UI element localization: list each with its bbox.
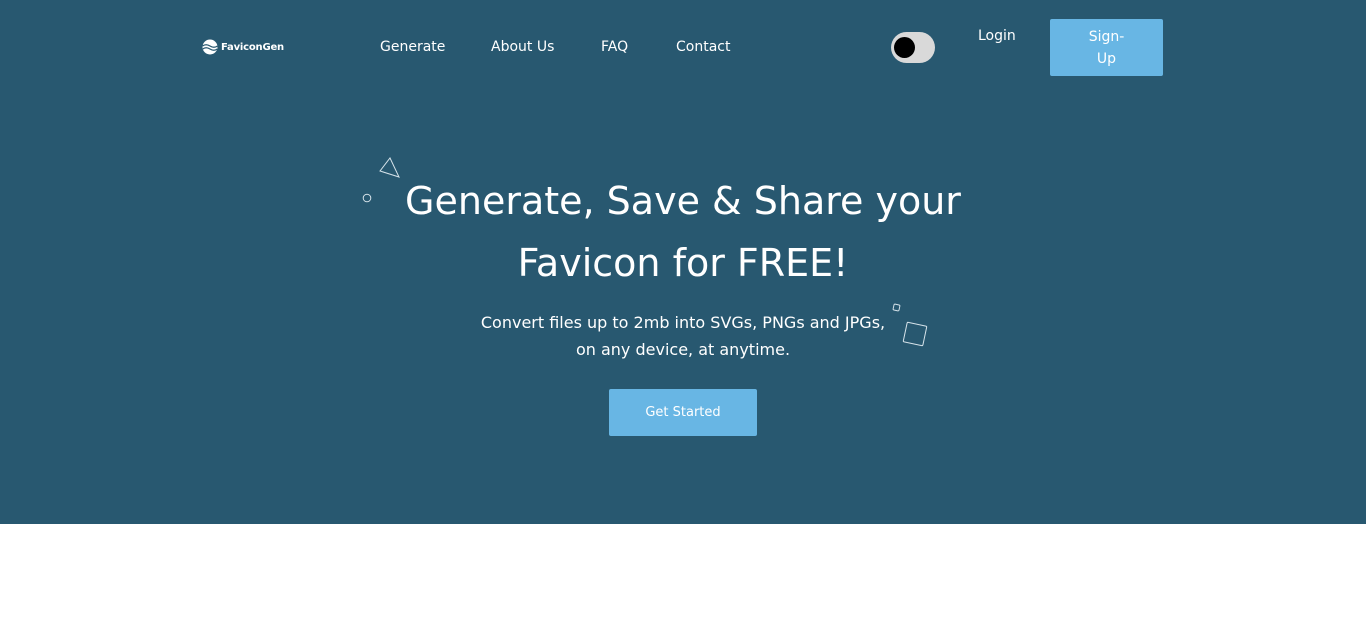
hero-section: FaviconGen Generate About Us FAQ Contact… [0, 0, 1366, 524]
brand-name: FaviconGen [221, 41, 284, 53]
toggle-knob [894, 37, 915, 58]
signup-label: Sign-Up [1088, 28, 1125, 67]
hero-headline: Generate, Save & Share your Favicon for … [383, 170, 983, 294]
globe-wave-icon [202, 39, 218, 55]
nav-link-contact[interactable]: Contact [676, 39, 730, 55]
nav-link-generate[interactable]: Generate [380, 39, 445, 55]
signup-button[interactable]: Sign-Up [1050, 19, 1163, 76]
login-link[interactable]: Login [978, 28, 1016, 44]
get-started-button[interactable]: Get Started [609, 389, 757, 436]
nav-link-about-us[interactable]: About Us [491, 39, 554, 55]
subtext-line-1: Convert files up to 2mb into SVGs, PNGs … [480, 313, 886, 332]
logo[interactable]: FaviconGen [202, 39, 284, 55]
circle-decoration-icon [362, 193, 372, 203]
headline-line-1: Generate, Save & Share your [405, 179, 961, 223]
nav-link-faq[interactable]: FAQ [601, 39, 628, 55]
theme-toggle[interactable] [891, 32, 935, 63]
hero-subtext: Convert files up to 2mb into SVGs, PNGs … [433, 309, 933, 363]
subtext-line-2: on any device, at anytime. [575, 340, 791, 359]
headline-line-2: Favicon for FREE! [517, 241, 849, 285]
